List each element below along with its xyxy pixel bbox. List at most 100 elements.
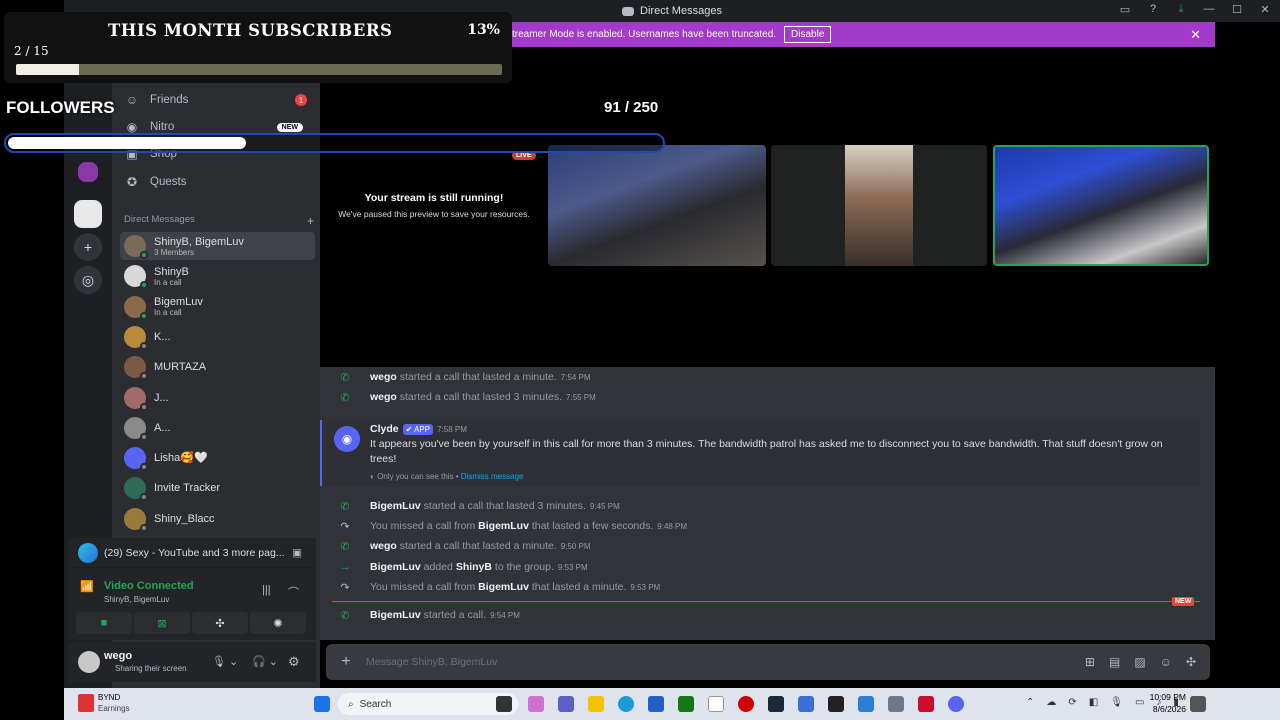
download-icon[interactable]: ⤓ (1174, 3, 1188, 16)
inbox-icon[interactable]: ▭ (1118, 3, 1132, 16)
server-icon[interactable] (78, 162, 98, 182)
stock-widget-icon[interactable] (78, 694, 94, 712)
disconnect-icon[interactable]: ⌒ (288, 584, 299, 600)
file-explorer-icon[interactable] (588, 696, 604, 712)
tray-icon[interactable]: ◧ (1089, 697, 1098, 708)
notepad-icon[interactable] (708, 696, 724, 712)
sticker-icon[interactable]: ▨ (1134, 655, 1145, 669)
settings-gear-icon[interactable]: ⚙ (288, 654, 300, 670)
mcafee-icon[interactable] (918, 696, 934, 712)
apps-icon[interactable]: ✣ (1186, 655, 1196, 669)
dm-item[interactable]: MURTAZA (120, 353, 315, 381)
xbox-icon[interactable] (678, 696, 694, 712)
message-user[interactable]: wego (370, 391, 397, 403)
discover-icon[interactable]: ◎ (74, 266, 102, 294)
discord-taskbar-icon[interactable] (948, 696, 964, 712)
mic-tray-icon[interactable]: 🎙 (1110, 697, 1123, 708)
minimize-button[interactable]: — (1202, 3, 1216, 16)
dm-item[interactable]: K... (120, 323, 315, 351)
clyde-name[interactable]: Clyde (370, 423, 399, 435)
close-button[interactable]: ✕ (1258, 3, 1272, 16)
dm-avatar (124, 447, 148, 472)
server-icon[interactable] (74, 200, 102, 228)
add-server-icon[interactable]: + (74, 233, 102, 261)
soundboard-button[interactable]: ✺ (250, 612, 306, 634)
followers-progress-track (4, 133, 665, 153)
dm-item[interactable]: BigemLuv In a call (120, 293, 315, 321)
obs-icon[interactable] (738, 696, 754, 712)
disable-button[interactable]: Disable (784, 26, 832, 43)
edge-taskbar-icon[interactable] (618, 696, 634, 712)
settings-icon[interactable] (888, 696, 904, 712)
message-user[interactable]: BigemLuv (478, 581, 529, 593)
dm-item[interactable]: Invite Tracker (120, 474, 315, 502)
tray-icon[interactable]: ⟳ (1068, 697, 1076, 708)
voice-status[interactable]: Video Connected (104, 580, 194, 592)
maximize-button[interactable]: ☐ (1230, 3, 1244, 16)
dm-item[interactable]: ShinyB In a call (120, 262, 315, 290)
screen-icon[interactable]: ▣ (292, 547, 302, 559)
nav-quests[interactable]: ✪ Quests (122, 170, 317, 194)
message-user[interactable]: BigemLuv (370, 500, 421, 512)
message-time: 9:53 PM (557, 562, 588, 572)
noise-suppression-icon[interactable]: ||| (262, 584, 271, 596)
clock-date[interactable]: 8/6/2026 (1130, 704, 1186, 714)
stream-paused-subtitle: We've paused this preview to save your r… (338, 209, 530, 219)
gif-icon[interactable]: ▤ (1109, 655, 1120, 669)
now-playing[interactable]: (29) Sexy - YouTube and 3 more pag... ▣ (68, 538, 316, 568)
message-user[interactable]: BigemLuv (370, 609, 421, 621)
teams-icon[interactable] (558, 696, 574, 712)
message-user[interactable]: BigemLuv (478, 520, 529, 532)
video-tile[interactable] (548, 145, 766, 266)
message-input[interactable]: Message ShinyB, BigemLuv (366, 656, 1085, 668)
voice-channel[interactable]: ShinyB, BigemLuv (104, 595, 169, 604)
video-tile[interactable] (771, 145, 987, 266)
activities-button[interactable]: ✣ (192, 612, 248, 634)
app-icon[interactable] (828, 696, 844, 712)
dm-name: Invite Tracker (154, 482, 221, 495)
dm-item[interactable]: J... (120, 384, 315, 412)
banner-close-icon[interactable]: ✕ (1190, 27, 1201, 43)
steam-icon[interactable] (768, 696, 784, 712)
signal-icon: 📶 (80, 581, 94, 593)
help-icon[interactable]: ? (1146, 3, 1160, 16)
start-icon[interactable] (314, 696, 330, 712)
tray-icon[interactable]: ☁ (1046, 697, 1056, 708)
dm-item[interactable]: ShinyB, BigemLuv 3 Members (120, 232, 315, 260)
video-tile-speaking[interactable] (993, 145, 1209, 266)
mic-icon[interactable]: 🎙 ⌄ (212, 655, 238, 668)
app-icon[interactable] (858, 696, 874, 712)
screen-share-button[interactable]: ⊠ (134, 612, 190, 634)
subscribers-progress-fill (16, 64, 80, 75)
create-dm-icon[interactable]: + (307, 214, 314, 228)
clock-time[interactable]: 10:09 PM (1130, 692, 1186, 702)
message-user[interactable]: wego (370, 540, 397, 552)
nav-friends[interactable]: ☺ Friends 1 (122, 88, 317, 112)
emoji-icon[interactable]: ☺ (1160, 655, 1172, 669)
taskbar-search[interactable]: ⌕ Search (338, 693, 518, 715)
clyde-message: ◉ Clyde ✔ APP 7:58 PM It appears you've … (320, 420, 1200, 486)
dm-name: A... (154, 421, 171, 434)
clyde-avatar[interactable]: ◉ (334, 426, 360, 452)
store-icon[interactable] (648, 696, 664, 712)
dismiss-link[interactable]: Dismiss message (461, 472, 524, 481)
dm-item[interactable]: Lisha🥰🤍 (120, 444, 315, 472)
gift-icon[interactable]: ⊞ (1085, 655, 1095, 669)
message-text: added (420, 561, 456, 573)
message-user[interactable]: wego (370, 371, 397, 383)
camera-button[interactable]: ■ (76, 612, 132, 634)
dm-avatar (124, 416, 148, 441)
dm-item[interactable]: A... (120, 414, 315, 442)
user-avatar[interactable] (78, 651, 100, 673)
chevron-up-icon[interactable]: ⌃ (1026, 697, 1034, 708)
notification-icon[interactable] (1190, 696, 1206, 712)
add-attachment-icon[interactable]: + (326, 653, 366, 671)
dm-item[interactable]: Shiny_Blacc (120, 505, 315, 533)
headphones-icon[interactable]: 🎧 ⌄ (252, 655, 278, 668)
message-user[interactable]: ShinyB (456, 561, 492, 573)
app-icon[interactable] (798, 696, 814, 712)
widget-title[interactable]: BYND (98, 693, 120, 702)
task-view-icon[interactable] (496, 696, 512, 712)
copilot-icon[interactable] (528, 696, 544, 712)
message-user[interactable]: BigemLuv (370, 561, 421, 573)
